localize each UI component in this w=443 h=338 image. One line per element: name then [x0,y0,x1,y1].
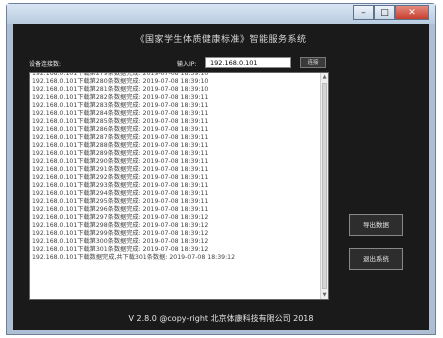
export-data-button[interactable]: 导出数据 [349,214,403,236]
app-client-area: 《国家学生体质健康标准》智能服务系统 设备连接数: 输入IP: 192.168.… [13,24,429,330]
ip-input[interactable]: 192.168.0.101 [205,57,291,68]
log-list: 192.168.0.101下载第279条数据完成: 2019-07-08 18:… [32,73,318,262]
app-window: – □ ✕ 《国家学生体质健康标准》智能服务系统 设备连接数: 输入IP: 19… [6,3,436,335]
scroll-thumb[interactable] [322,83,327,289]
log-line: 192.168.0.101下载第300条数据完成: 2019-07-08 18:… [32,238,209,245]
ip-label: 输入IP: [177,61,197,68]
log-line: 192.168.0.101下载第285条数据完成: 2019-07-08 18:… [32,118,209,125]
log-line: 192.168.0.101下载第291条数据完成: 2019-07-08 18:… [32,166,209,173]
window-controls: – □ ✕ [353,5,429,20]
minimize-button[interactable]: – [353,5,374,20]
log-line: 192.168.0.101下载第301条数据完成: 2019-07-08 18:… [32,246,209,253]
log-scrollbar[interactable]: ▲ ▼ [320,73,328,299]
app-title: 《国家学生体质健康标准》智能服务系统 [135,35,307,45]
connect-button[interactable]: 连接 [300,57,326,68]
log-line: 192.168.0.101下载第288条数据完成: 2019-07-08 18:… [32,142,209,149]
scroll-down-icon[interactable]: ▼ [321,291,328,299]
log-line: 192.168.0.101下载第282条数据完成: 2019-07-08 18:… [32,94,209,101]
log-line: 192.168.0.101下载第281条数据完成: 2019-07-08 18:… [32,86,209,93]
log-line: 192.168.0.101下载第297条数据完成: 2019-07-08 18:… [32,214,209,221]
log-line: 192.168.0.101下载第296条数据完成: 2019-07-08 18:… [32,206,209,213]
log-line: 192.168.0.101下载第286条数据完成: 2019-07-08 18:… [32,126,209,133]
log-line: 192.168.0.101下载第283条数据完成: 2019-07-08 18:… [32,102,209,109]
log-line: 192.168.0.101下载第295条数据完成: 2019-07-08 18:… [32,198,209,205]
log-panel[interactable]: 192.168.0.101下载第279条数据完成: 2019-07-08 18:… [29,72,329,300]
log-line: 192.168.0.101下载第289条数据完成: 2019-07-08 18:… [32,150,209,157]
footer-copyright: V 2.8.0 @copy-right 北京体康科技有限公司 2018 [128,314,314,323]
log-line: 192.168.0.101下载第292条数据完成: 2019-07-08 18:… [32,174,209,181]
exit-system-button[interactable]: 退出系统 [349,248,403,270]
maximize-button[interactable]: □ [374,5,395,20]
window-titlebar[interactable]: – □ ✕ [7,4,435,24]
log-line: 192.168.0.101下载第294条数据完成: 2019-07-08 18:… [32,190,209,197]
log-line: 192.168.0.101下载数据完成,共下载301条数据: 2019-07-0… [32,254,236,261]
log-line: 192.168.0.101下载第280条数据完成: 2019-07-08 18:… [32,78,209,85]
log-line: 192.168.0.101下载第290条数据完成: 2019-07-08 18:… [32,158,209,165]
log-line: 192.168.0.101下载第287条数据完成: 2019-07-08 18:… [32,134,209,141]
device-count-label: 设备连接数: [29,61,62,68]
log-line: 192.168.0.101下载第284条数据完成: 2019-07-08 18:… [32,110,209,117]
log-line: 192.168.0.101下载第298条数据完成: 2019-07-08 18:… [32,222,209,229]
log-line: 192.168.0.101下载第299条数据完成: 2019-07-08 18:… [32,230,209,237]
log-line: 192.168.0.101下载第293条数据完成: 2019-07-08 18:… [32,182,209,189]
scroll-up-icon[interactable]: ▲ [321,73,328,81]
close-button[interactable]: ✕ [395,5,429,20]
